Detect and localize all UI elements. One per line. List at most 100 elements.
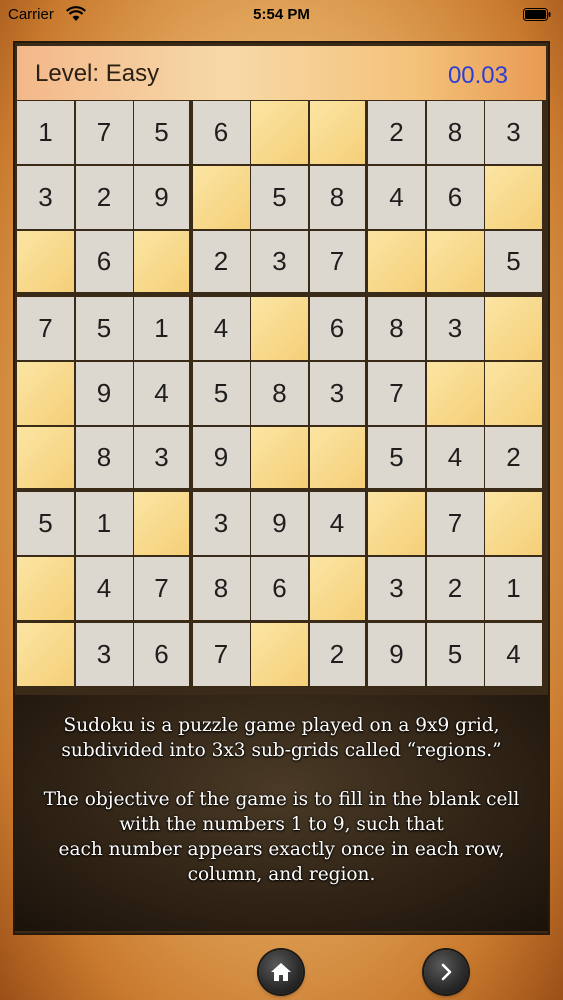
sudoku-cell-empty[interactable]: [251, 622, 308, 686]
sudoku-cell-empty[interactable]: [17, 557, 74, 621]
sudoku-cell-empty[interactable]: [251, 296, 308, 360]
sudoku-cell[interactable]: 9: [134, 166, 189, 230]
sudoku-cell[interactable]: 3: [17, 166, 74, 230]
sudoku-cell[interactable]: 4: [485, 622, 542, 686]
sudoku-cell[interactable]: 3: [75, 622, 133, 686]
instructions-line: The objective of the game is to fill in …: [43, 789, 520, 810]
status-bar: Carrier 5:54 PM: [0, 0, 563, 32]
sudoku-cell[interactable]: 3: [192, 492, 250, 556]
sudoku-cell[interactable]: 7: [75, 101, 133, 164]
timer: 00.03: [447, 62, 508, 89]
sudoku-cell-empty[interactable]: [134, 231, 189, 293]
sudoku-cell[interactable]: 9: [192, 426, 250, 488]
info-panel: Sudoku is a puzzle game played on a 9x9 …: [15, 695, 548, 931]
sudoku-cell[interactable]: 5: [17, 492, 74, 556]
sudoku-cell[interactable]: 4: [192, 296, 250, 360]
instructions-line: subdivided into 3x3 sub-grids called “re…: [61, 740, 502, 761]
sudoku-cell-empty[interactable]: [485, 296, 542, 360]
sudoku-cell[interactable]: 9: [75, 361, 133, 425]
sudoku-cell[interactable]: 5: [485, 231, 542, 293]
sudoku-cell-empty[interactable]: [485, 361, 542, 425]
instructions-line: with the numbers 1 to 9, such that: [119, 814, 444, 835]
sudoku-cell[interactable]: 8: [75, 426, 133, 488]
sudoku-cell[interactable]: 3: [426, 296, 484, 360]
sudoku-cell[interactable]: 8: [309, 166, 365, 230]
next-button[interactable]: [424, 950, 468, 994]
sudoku-cell[interactable]: 4: [309, 492, 365, 556]
sudoku-cell[interactable]: 7: [309, 231, 365, 293]
instructions-line: Sudoku is a puzzle game played on a 9x9 …: [63, 715, 500, 736]
instructions-line: column, and region.: [187, 864, 376, 885]
sudoku-cell[interactable]: 4: [134, 361, 189, 425]
level-label: Level: Easy: [35, 60, 160, 87]
sudoku-cell[interactable]: 8: [426, 101, 484, 164]
sudoku-cell[interactable]: 9: [368, 622, 425, 686]
sudoku-cell-empty[interactable]: [368, 492, 425, 556]
sudoku-cell[interactable]: 7: [134, 557, 189, 621]
sudoku-cell[interactable]: 2: [485, 426, 542, 488]
game-header: Level: Easy 00.03: [17, 46, 546, 100]
sudoku-cell[interactable]: 1: [75, 492, 133, 556]
sudoku-cell-empty[interactable]: [485, 166, 542, 230]
home-icon: [271, 963, 291, 981]
sudoku-cell[interactable]: 8: [368, 296, 425, 360]
sudoku-cell-empty[interactable]: [251, 101, 308, 164]
sudoku-cell[interactable]: 6: [134, 622, 189, 686]
sudoku-cell[interactable]: 1: [17, 101, 74, 164]
sudoku-cell[interactable]: 3: [251, 231, 308, 293]
sudoku-cell[interactable]: 2: [192, 231, 250, 293]
sudoku-cell[interactable]: 2: [368, 101, 425, 164]
sudoku-cell-empty[interactable]: [17, 231, 74, 293]
sudoku-cell-empty[interactable]: [17, 622, 74, 686]
sudoku-cell[interactable]: 8: [192, 557, 250, 621]
sudoku-cell[interactable]: 5: [251, 166, 308, 230]
sudoku-cell-empty[interactable]: [192, 166, 250, 230]
sudoku-cell[interactable]: 6: [75, 231, 133, 293]
sudoku-cell-empty[interactable]: [485, 492, 542, 556]
sudoku-cell-empty[interactable]: [309, 426, 365, 488]
sudoku-cell[interactable]: 4: [426, 426, 484, 488]
sudoku-cell[interactable]: 8: [251, 361, 308, 425]
status-time: 5:54 PM: [253, 6, 310, 23]
sudoku-cell[interactable]: 7: [17, 296, 74, 360]
sudoku-cell[interactable]: 3: [485, 101, 542, 164]
sudoku-grid: 1756283329584662375751468394583783954251…: [17, 101, 542, 686]
sudoku-cell[interactable]: 3: [368, 557, 425, 621]
sudoku-cell[interactable]: 7: [368, 361, 425, 425]
sudoku-cell-empty[interactable]: [426, 361, 484, 425]
sudoku-cell-empty[interactable]: [17, 426, 74, 488]
sudoku-cell[interactable]: 3: [309, 361, 365, 425]
sudoku-cell[interactable]: 6: [426, 166, 484, 230]
battery-icon: [523, 8, 551, 21]
sudoku-cell-empty[interactable]: [17, 361, 74, 425]
instructions-line: each number appears exactly once in each…: [58, 839, 505, 860]
sudoku-cell[interactable]: 7: [192, 622, 250, 686]
sudoku-cell-empty[interactable]: [309, 101, 365, 164]
sudoku-cell[interactable]: 5: [192, 361, 250, 425]
sudoku-cell[interactable]: 5: [368, 426, 425, 488]
sudoku-cell[interactable]: 9: [251, 492, 308, 556]
sudoku-cell[interactable]: 6: [309, 296, 365, 360]
chevron-right-icon: [441, 963, 452, 981]
sudoku-cell[interactable]: 2: [75, 166, 133, 230]
sudoku-cell[interactable]: 7: [426, 492, 484, 556]
sudoku-cell[interactable]: 2: [309, 622, 365, 686]
instructions-text: Sudoku is a puzzle game played on a 9x9 …: [15, 713, 548, 887]
sudoku-cell-empty[interactable]: [426, 231, 484, 293]
sudoku-cell[interactable]: 5: [426, 622, 484, 686]
sudoku-cell[interactable]: 3: [134, 426, 189, 488]
sudoku-cell-empty[interactable]: [368, 231, 425, 293]
sudoku-cell[interactable]: 5: [134, 101, 189, 164]
sudoku-cell-empty[interactable]: [251, 426, 308, 488]
sudoku-cell[interactable]: 4: [368, 166, 425, 230]
sudoku-cell-empty[interactable]: [134, 492, 189, 556]
sudoku-cell[interactable]: 6: [192, 101, 250, 164]
home-button[interactable]: [259, 950, 303, 994]
sudoku-cell[interactable]: 1: [485, 557, 542, 621]
sudoku-cell-empty[interactable]: [309, 557, 365, 621]
sudoku-cell[interactable]: 6: [251, 557, 308, 621]
sudoku-cell[interactable]: 4: [75, 557, 133, 621]
sudoku-cell[interactable]: 1: [134, 296, 189, 360]
sudoku-cell[interactable]: 2: [426, 557, 484, 621]
sudoku-cell[interactable]: 5: [75, 296, 133, 360]
